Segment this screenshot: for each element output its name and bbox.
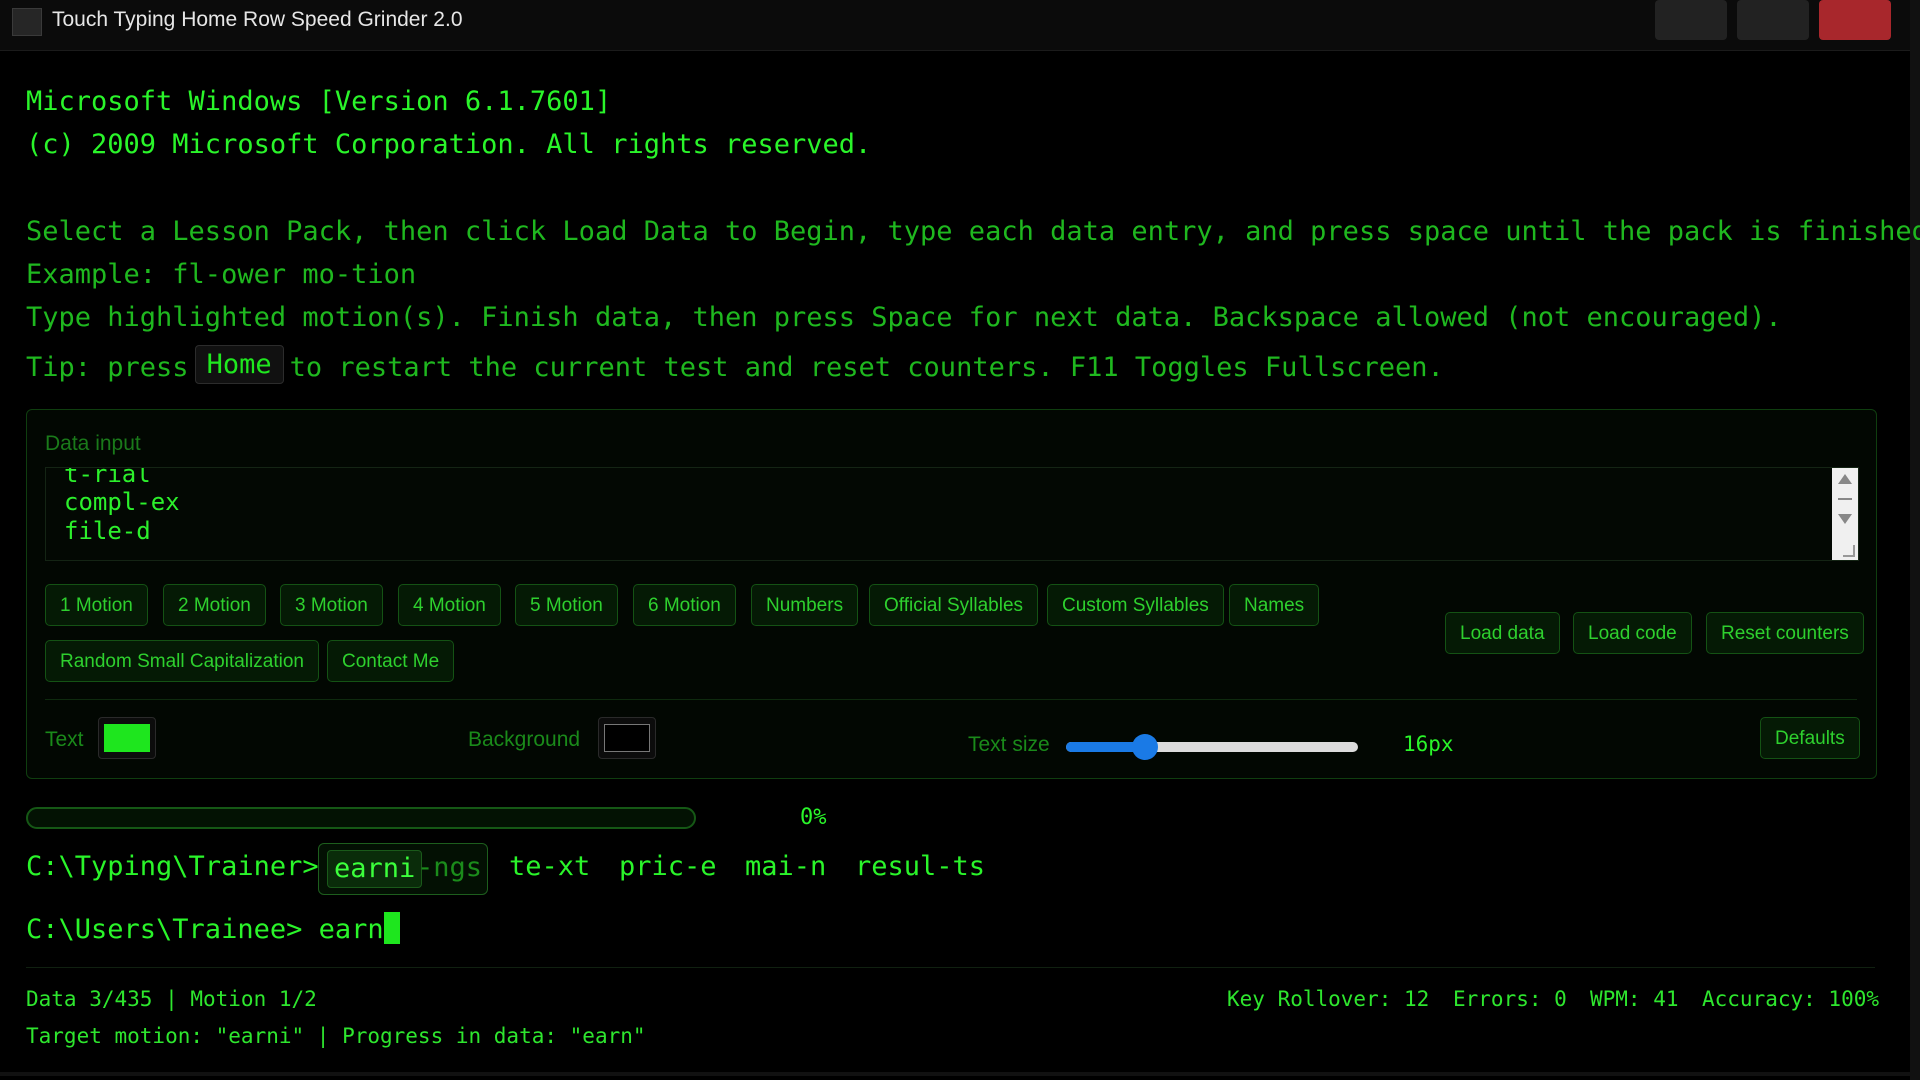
text-size-slider-thumb[interactable]: [1131, 734, 1158, 760]
errors-stat: Errors: 0: [1453, 987, 1567, 1011]
current-word: earni -ngs: [318, 843, 488, 895]
title-bar: Touch Typing Home Row Speed Grinder 2.0: [0, 0, 1910, 51]
instruction-line: Type highlighted motion(s). Finish data,…: [26, 302, 1782, 333]
typing-line[interactable]: C:\Users\Trainee> earn: [26, 912, 400, 945]
status-separator: [26, 967, 1875, 968]
progress-bar: [26, 807, 696, 829]
home-keycap: Home: [194, 345, 284, 384]
tip-prefix: Tip: press: [26, 352, 189, 383]
progress-percent: 0%: [800, 805, 827, 830]
text-cursor: [383, 912, 400, 944]
reset-counters-button[interactable]: Reset counters: [1706, 612, 1864, 654]
text-size-label: Text size: [968, 733, 1050, 756]
upcoming-word: pric-e: [619, 851, 717, 882]
lesson-4-motion-button[interactable]: 4 Motion: [398, 584, 501, 626]
upcoming-word: mai-n: [745, 851, 827, 882]
scroll-thumb[interactable]: [1838, 498, 1852, 500]
window-title: Touch Typing Home Row Speed Grinder 2.0: [52, 8, 463, 31]
textarea-scrollbar[interactable]: [1832, 468, 1858, 560]
text-color-swatch: [104, 724, 150, 752]
lesson-3-motion-button[interactable]: 3 Motion: [280, 584, 383, 626]
lesson-numbers-button[interactable]: Numbers: [751, 584, 859, 626]
accuracy-stat: Accuracy: 100%: [1702, 987, 1880, 1011]
maximize-button[interactable]: [1737, 0, 1809, 40]
tip-suffix: to restart the current test and reset co…: [289, 352, 1444, 383]
lesson-custom-syllables-button[interactable]: Custom Syllables: [1047, 584, 1224, 626]
random-capitalization-button[interactable]: Random Small Capitalization: [45, 640, 319, 682]
panel-divider: [45, 699, 1857, 700]
typed-text: earn: [318, 914, 384, 945]
console-header-version: Microsoft Windows [Version 6.1.7601]: [26, 86, 612, 117]
lesson-official-syllables-button[interactable]: Official Syllables: [869, 584, 1039, 626]
user-prompt: C:\Users\Trainee>: [26, 914, 303, 945]
data-input-textarea[interactable]: t-rial compl-ex file-d: [45, 467, 1859, 561]
load-code-button[interactable]: Load code: [1573, 612, 1692, 654]
text-size-value: 16px: [1403, 732, 1454, 756]
lesson-2-motion-button[interactable]: 2 Motion: [163, 584, 266, 626]
background-color-picker[interactable]: [598, 717, 656, 759]
text-size-slider[interactable]: [1066, 734, 1358, 760]
console-header-copyright: (c) 2009 Microsoft Corporation. All righ…: [26, 129, 872, 160]
current-word-rest: -ngs: [417, 852, 483, 883]
load-data-button[interactable]: Load data: [1445, 612, 1560, 654]
trainer-prompt: C:\Typing\Trainer>: [26, 851, 319, 882]
close-button[interactable]: [1819, 0, 1891, 40]
tip-line: Tip: press Home to restart the current tes…: [26, 345, 1444, 387]
text-color-label: Text: [45, 728, 84, 751]
lesson-names-button[interactable]: Names: [1229, 584, 1320, 626]
textarea-line: file-d: [64, 517, 151, 545]
minimize-button[interactable]: [1655, 0, 1727, 40]
window-bottom-edge: [0, 1072, 1910, 1076]
lesson-5-motion-button[interactable]: 5 Motion: [515, 584, 618, 626]
lesson-1-motion-button[interactable]: 1 Motion: [45, 584, 148, 626]
instruction-line: Select a Lesson Pack, then click Load Da…: [26, 216, 1920, 247]
upcoming-word: resul-ts: [855, 851, 986, 882]
textarea-line: t-rial: [64, 467, 151, 488]
lesson-6-motion-button[interactable]: 6 Motion: [633, 584, 736, 626]
upcoming-word: te-xt: [509, 851, 591, 882]
resize-grip-icon[interactable]: [1843, 545, 1855, 557]
defaults-button[interactable]: Defaults: [1760, 717, 1860, 759]
text-color-picker[interactable]: [98, 717, 156, 759]
app-icon: [12, 8, 42, 36]
scroll-up-icon[interactable]: [1838, 474, 1852, 484]
data-input-label: Data input: [45, 432, 141, 455]
data-input-panel: Data input t-rial compl-ex file-d 1 Moti…: [26, 409, 1877, 779]
background-color-label: Background: [468, 728, 581, 751]
wpm-stat: WPM: 41: [1590, 987, 1679, 1011]
key-rollover-stat: Key Rollover: 12: [1227, 987, 1430, 1011]
data-counter: Data 3/435 | Motion 1/2: [26, 987, 317, 1011]
textarea-line: compl-ex: [64, 488, 180, 516]
contact-me-button[interactable]: Contact Me: [327, 640, 455, 682]
background-color-swatch: [604, 724, 650, 752]
current-motion: earni: [327, 850, 423, 888]
scroll-down-icon[interactable]: [1838, 514, 1852, 524]
instruction-line: Example: fl-ower mo-tion: [26, 259, 417, 290]
window-edge: [1910, 0, 1920, 1080]
target-progress: Target motion: "earni" | Progress in dat…: [26, 1024, 646, 1048]
